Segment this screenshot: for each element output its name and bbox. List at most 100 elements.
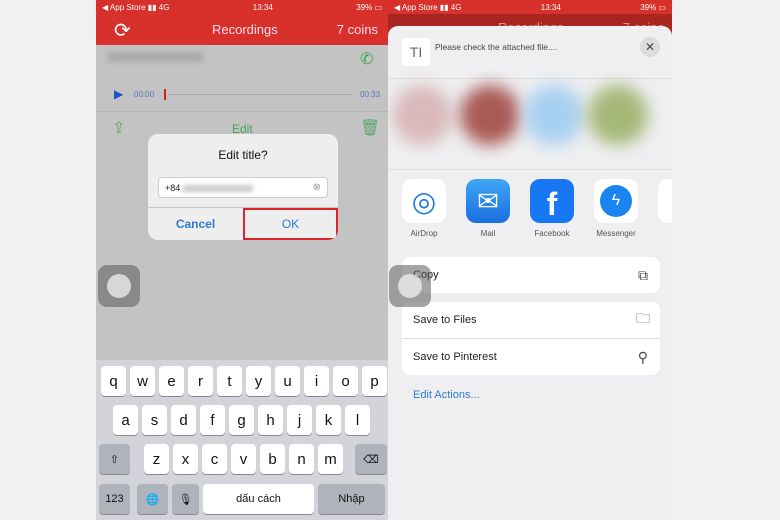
folder-icon: 🗀 [636, 310, 650, 326]
microphone-key[interactable]: 🎙 [172, 484, 199, 514]
key-i[interactable]: i [304, 366, 329, 396]
action-label: Save to Pinterest [413, 351, 497, 363]
mail-icon: ✉ [466, 179, 510, 223]
save-to-pinterest-action[interactable]: Save to Pinterest ⚲ [402, 339, 660, 375]
space-key[interactable]: dấu cách [203, 484, 314, 514]
action-label: Save to Files [413, 314, 477, 326]
current-time: 00:00 [134, 90, 155, 99]
keyboard: q w e r t y u i o p a s d f g h j k l ⇧ z x c v b n m ⌫ 123 🌐 🎙 dấu các… [96, 360, 388, 520]
ok-button[interactable]: OK [243, 208, 338, 240]
app-label: Messenger [596, 229, 636, 238]
cancel-button[interactable]: Cancel [148, 208, 243, 240]
key-m[interactable]: m [318, 444, 343, 474]
numbers-key[interactable]: 123 [99, 484, 130, 514]
clock: 13:34 [540, 2, 561, 12]
app-header: ⟳ Recordings 7 coins [96, 14, 388, 45]
key-o[interactable]: o [333, 366, 358, 396]
shift-key[interactable]: ⇧ [99, 444, 130, 474]
duration: 00:33 [360, 90, 381, 99]
share-app-messenger[interactable]: ϟ Messenger [593, 179, 639, 238]
key-p[interactable]: p [362, 366, 387, 396]
close-button[interactable]: ✕ [640, 37, 660, 57]
key-l[interactable]: l [345, 405, 370, 435]
status-bar: ◀ App Store ▮▮ 4G 13:34 39% ▭ [96, 0, 388, 14]
key-s[interactable]: s [142, 405, 167, 435]
key-d[interactable]: d [171, 405, 196, 435]
network: 4G [450, 2, 462, 12]
share-screen: ◀ App Store ▮▮ 4G 13:34 39% ▭ Recordings… [388, 0, 672, 520]
recording-name-blurred [108, 52, 203, 62]
battery-level: 39% [640, 2, 657, 12]
share-app-mail[interactable]: ✉ Mail [465, 179, 511, 238]
key-v[interactable]: v [231, 444, 256, 474]
progress-track[interactable] [168, 94, 352, 95]
messenger-icon: ϟ [594, 179, 638, 223]
facebook-icon: f [530, 179, 574, 223]
blurred-number [182, 185, 253, 193]
key-b[interactable]: b [260, 444, 285, 474]
key-y[interactable]: y [246, 366, 271, 396]
app-label: AirDrop [410, 229, 438, 238]
recorder-screen: ◀ App Store ▮▮ 4G 13:34 39% ▭ ⟳ Recordin… [96, 0, 388, 520]
dialog-title: Edit title? [218, 148, 268, 162]
app-label: Facebook [534, 229, 570, 238]
divider [388, 169, 672, 170]
key-j[interactable]: j [287, 405, 312, 435]
clear-icon[interactable]: ⊗ [313, 182, 321, 193]
key-e[interactable]: e [159, 366, 184, 396]
share-app-more[interactable] [658, 179, 672, 223]
share-icon[interactable]: ⇪ [112, 118, 125, 138]
key-g[interactable]: g [229, 405, 254, 435]
contact-avatar-blurred[interactable] [588, 85, 648, 145]
title-input-value: +84 [165, 183, 181, 193]
key-a[interactable]: a [113, 405, 138, 435]
contact-avatar-blurred[interactable] [392, 85, 452, 145]
play-icon[interactable]: ▶ [114, 87, 123, 101]
key-c[interactable]: c [202, 444, 227, 474]
globe-key[interactable]: 🌐 [137, 484, 168, 514]
share-app-facebook[interactable]: f Facebook [529, 179, 575, 238]
app-label: Mail [480, 229, 496, 238]
key-t[interactable]: t [217, 366, 242, 396]
coins-count: 7 coins [336, 22, 378, 37]
edit-actions-link[interactable]: Edit Actions... [413, 389, 480, 401]
playhead[interactable] [164, 89, 166, 100]
divider [388, 78, 672, 79]
pin-icon: ⚲ [637, 348, 648, 365]
assistive-touch-button[interactable] [98, 265, 140, 307]
contact-avatar-blurred[interactable] [524, 85, 584, 145]
battery-level: 39% [356, 2, 373, 12]
key-u[interactable]: u [275, 366, 300, 396]
phone-call-icon[interactable]: ✆ [360, 49, 373, 69]
network: 4G [158, 2, 170, 12]
key-r[interactable]: r [188, 366, 213, 396]
page-title: Recordings [212, 22, 278, 37]
divider [96, 111, 388, 112]
text-file-icon: TI [402, 38, 430, 66]
airdrop-icon: ◎ [402, 179, 446, 223]
edit-title-dialog: Edit title? +84 ⊗ Cancel OK [148, 134, 338, 240]
trash-icon[interactable]: 🗑 [360, 118, 380, 138]
save-to-files-action[interactable]: Save to Files 🗀 [402, 302, 660, 339]
key-h[interactable]: h [258, 405, 283, 435]
carrier: ◀ App Store [102, 2, 146, 12]
sync-icon[interactable]: ⟳ [114, 18, 131, 43]
backspace-key[interactable]: ⌫ [355, 444, 387, 474]
key-k[interactable]: k [316, 405, 341, 435]
clock: 13:34 [252, 2, 273, 12]
key-q[interactable]: q [101, 366, 126, 396]
share-message: Please check the attached file.... [435, 42, 558, 52]
key-z[interactable]: z [144, 444, 169, 474]
share-app-airdrop[interactable]: ◎ AirDrop [401, 179, 447, 238]
key-n[interactable]: n [289, 444, 314, 474]
carrier: ◀ App Store [394, 2, 438, 12]
key-f[interactable]: f [200, 405, 225, 435]
contact-avatar-blurred[interactable] [460, 85, 520, 145]
title-input[interactable]: +84 ⊗ [158, 177, 328, 198]
key-x[interactable]: x [173, 444, 198, 474]
assistive-touch-button[interactable] [389, 265, 431, 307]
enter-key[interactable]: Nhập [318, 484, 385, 514]
copy-action[interactable]: Copy ⧉ [402, 257, 660, 293]
copy-icon: ⧉ [638, 266, 648, 283]
key-w[interactable]: w [130, 366, 155, 396]
